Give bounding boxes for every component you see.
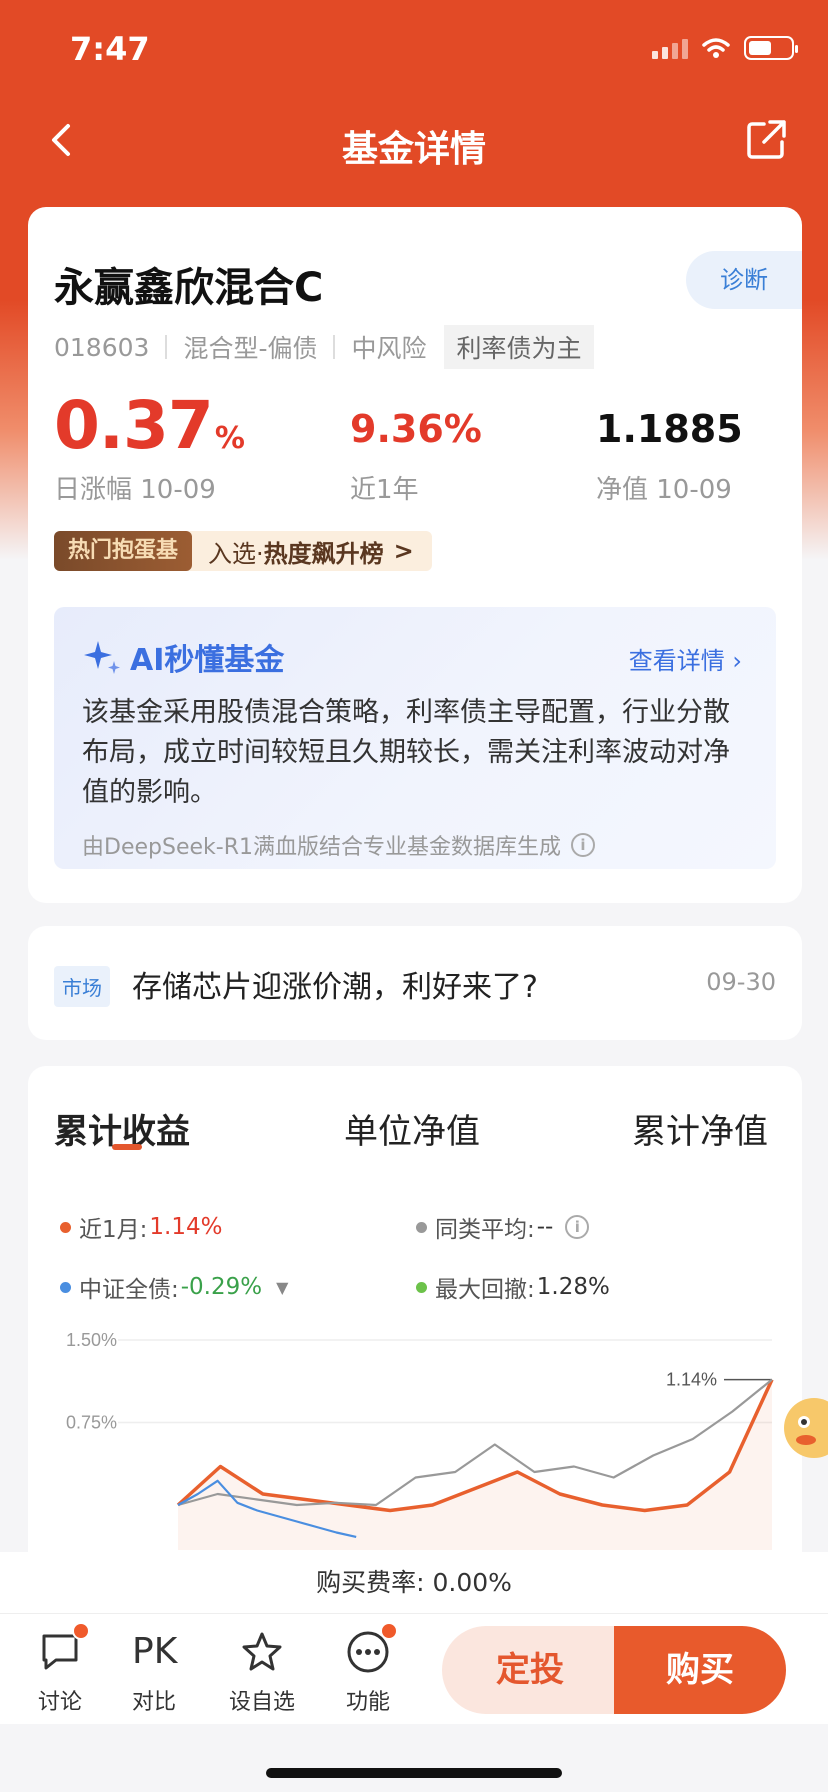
auto-invest-button[interactable]: 定投	[442, 1626, 618, 1714]
functions-button[interactable]: 功能	[328, 1622, 408, 1716]
tab-indicator	[112, 1144, 142, 1150]
sparkle-icon	[84, 641, 120, 674]
divider	[333, 335, 336, 359]
end-value-label: 1.14%	[666, 1370, 717, 1390]
chevron-right-icon: ›	[732, 647, 742, 675]
home-indicator-area	[0, 1724, 828, 1792]
legend-fund: 近1月: 1.14%	[60, 1210, 222, 1244]
fund-name: 永赢鑫欣混合C	[54, 265, 324, 311]
signal-icon	[652, 37, 688, 59]
legend-dot	[416, 1281, 427, 1293]
tab-cumulative-nav[interactable]: 累计净值	[632, 1104, 768, 1153]
discuss-button[interactable]: 讨论	[20, 1622, 100, 1716]
daily-change-value: 0.37	[54, 387, 214, 464]
hot-ranking-banner[interactable]: 热门抱蛋基 入选·热度飙升榜 >	[54, 531, 432, 571]
caret-down-icon: ▼	[276, 1277, 289, 1297]
ai-section-card: AI秒懂基金 查看详情 › 该基金采用股债混合策略，利率债主导配置，行业分散布局…	[28, 603, 802, 903]
chart-svg: 1.50% 0.75% 1.14%	[66, 1330, 774, 1560]
tab-unit-nav[interactable]: 单位净值	[344, 1104, 480, 1153]
hot-text: 入选·热度飙升榜	[208, 539, 384, 568]
chevron-right-icon: >	[393, 537, 414, 565]
news-card[interactable]: 市场 存储芯片迎涨价潮，利好来了? 09-30	[28, 926, 802, 1040]
notification-dot	[380, 1622, 398, 1640]
legend-dot	[60, 1281, 71, 1293]
ai-title: AI秒懂基金	[82, 635, 284, 679]
legend-index[interactable]: 中证全债: -0.29% ▼	[60, 1270, 288, 1304]
divider	[165, 335, 168, 359]
daily-change-label: 日涨幅 10-09	[54, 475, 216, 505]
y-tick-label: 1.50%	[66, 1330, 117, 1350]
legend-peer: 同类平均: -- i	[416, 1210, 590, 1244]
legend-dot	[416, 1221, 427, 1233]
nav-value: 1.1885	[596, 407, 743, 451]
nav-bar: 基金详情	[0, 100, 828, 186]
hot-badge: 热门抱蛋基	[54, 531, 193, 571]
notification-dot	[72, 1622, 90, 1640]
info-icon[interactable]: i	[565, 1215, 590, 1239]
fund-type: 混合型-偏债	[183, 334, 318, 363]
daily-change: 0.37%	[54, 387, 245, 464]
status-time: 7:47	[70, 30, 150, 68]
info-icon[interactable]: i	[570, 833, 595, 857]
bottom-action-bar: 讨论 PK 对比 设自选 功能 定投 购买	[0, 1614, 828, 1724]
fund-tag: 利率债为主	[444, 325, 594, 369]
fund-summary-card: 永赢鑫欣混合C 诊断 018603 混合型-偏债 中风险 利率债为主 0.37%…	[28, 207, 802, 603]
series-line-peer	[177, 1378, 773, 1507]
page-title: 基金详情	[341, 129, 486, 170]
wifi-icon	[702, 38, 730, 58]
news-date: 09-30	[706, 968, 776, 996]
add-watchlist-button[interactable]: 设自选	[222, 1630, 302, 1716]
compare-button[interactable]: PK 对比	[114, 1630, 194, 1716]
news-tag: 市场	[54, 966, 110, 1007]
performance-chart: 1.50% 0.75% 1.14%	[56, 1320, 776, 1560]
fund-risk: 中风险	[351, 334, 427, 363]
home-indicator	[266, 1768, 562, 1778]
status-bar: 7:47	[0, 0, 828, 100]
status-icons	[652, 36, 798, 60]
mascot-icon[interactable]	[776, 1388, 828, 1468]
one-year-return: 9.36%	[350, 407, 482, 451]
daily-change-unit: %	[214, 421, 245, 456]
chat-icon	[38, 1622, 90, 1674]
purchase-fee-bar: 购买费率: 0.00%	[0, 1552, 828, 1614]
pk-icon: PK	[132, 1631, 178, 1672]
ai-footer: 由DeepSeek-R1满血版结合专业基金数据库生成 i	[82, 829, 595, 861]
series-area-fund	[178, 1379, 772, 1560]
y-tick-label: 0.75%	[66, 1413, 117, 1433]
share-icon[interactable]	[744, 118, 788, 162]
ai-summary-box: AI秒懂基金 查看详情 › 该基金采用股债混合策略，利率债主导配置，行业分散布局…	[54, 607, 776, 869]
more-icon	[346, 1622, 398, 1674]
ai-more-link[interactable]: 查看详情 ›	[629, 641, 742, 676]
legend-dot	[60, 1221, 71, 1233]
buy-button[interactable]: 购买	[614, 1626, 786, 1714]
legend-drawdown: 最大回撤: 1.28%	[416, 1270, 610, 1304]
nav-label: 净值 10-09	[596, 475, 732, 505]
news-title[interactable]: 存储芯片迎涨价潮，利好来了?	[132, 962, 538, 1006]
fund-meta: 018603 混合型-偏债 中风险 利率债为主	[54, 325, 594, 369]
diagnose-button[interactable]: 诊断	[686, 251, 802, 309]
fund-code: 018603	[54, 332, 150, 362]
ai-summary-text: 该基金采用股债混合策略，利率债主导配置，行业分散布局，成立时间较短且久期较长，需…	[82, 697, 730, 808]
star-icon	[240, 1630, 284, 1674]
one-year-label: 近1年	[350, 475, 419, 505]
battery-icon	[744, 36, 798, 60]
